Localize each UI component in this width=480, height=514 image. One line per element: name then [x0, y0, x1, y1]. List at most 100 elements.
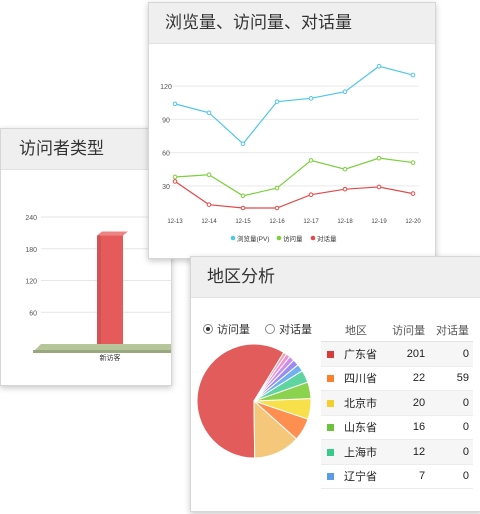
region-name: 四川省 [344, 373, 377, 386]
col-region: 地区 [321, 319, 386, 342]
x-tick-label: 12-17 [303, 219, 319, 225]
data-point [376, 63, 382, 69]
floor-slab [35, 344, 171, 350]
region-table-row[interactable]: 广东省 201 0 [321, 341, 473, 367]
legend-marker [276, 235, 282, 241]
region-table-row[interactable]: 上海市 12 0 [321, 439, 473, 465]
region-name-cell: 辽宁省 [321, 464, 386, 489]
region-dialogs-cell: 0 [429, 341, 473, 367]
data-point [274, 99, 280, 104]
visitor-type-card: 访问者类型 24018012060新访客回访客 [0, 128, 172, 386]
y-tick-label: 180 [25, 247, 37, 254]
radio-dialogs-label: 对话量 [279, 324, 313, 336]
region-table-row[interactable]: 四川省 22 59 [321, 366, 473, 391]
data-point [342, 166, 348, 172]
data-point [172, 101, 178, 107]
data-point [206, 110, 212, 116]
region-visits-cell: 16 [385, 415, 430, 440]
y-tick-label: 120 [25, 279, 37, 286]
y-tick-label: 120 [160, 84, 172, 91]
legend-label: 对话量 [317, 234, 337, 243]
region-color-swatch [327, 473, 334, 481]
x-tick-label: 12-15 [235, 219, 251, 225]
data-point [240, 205, 246, 211]
region-name: 广东省 [344, 348, 377, 361]
legend-marker [310, 235, 316, 241]
region-dialogs-cell: 0 [429, 464, 473, 489]
radio-visits-dot[interactable] [203, 324, 213, 334]
region-color-swatch [327, 424, 334, 432]
visitor-type-chart: 24018012060新访客回访客 [25, 215, 171, 362]
region-table-header: 地区 访问量 对话量 [321, 319, 473, 342]
data-point [376, 155, 382, 161]
legend-label: 访问量 [283, 234, 303, 243]
region-name-cell: 四川省 [321, 366, 386, 391]
region-table-row[interactable]: 北京市 20 0 [321, 390, 473, 416]
data-point [172, 179, 178, 184]
traffic-title: 浏览量、访问量、对话量 [149, 3, 435, 44]
bar-shade [97, 235, 101, 344]
region-name: 北京市 [344, 397, 377, 410]
data-point [308, 192, 314, 198]
visitor-type-title: 访问者类型 [1, 129, 171, 170]
legend-label: 浏览量(PV) [237, 234, 270, 243]
data-point [206, 202, 212, 207]
region-name: 辽宁省 [344, 471, 377, 484]
data-point [206, 172, 212, 178]
region-name: 山东省 [344, 422, 377, 435]
data-point [172, 174, 178, 180]
region-table-row[interactable]: 辽宁省 7 0 [321, 464, 473, 489]
data-point [376, 184, 382, 190]
region-name-cell: 广东省 [321, 341, 386, 367]
region-color-swatch [327, 399, 334, 407]
bar-top [97, 231, 128, 236]
y-tick-label: 90 [162, 117, 170, 124]
series-line [174, 157, 414, 197]
col-visits: 访问量 [385, 319, 430, 342]
x-tick-label: 12-14 [201, 219, 217, 225]
region-table: 地区 访问量 对话量 广东省 201 0 四川省 22 59 北京市 20 0 山东省 16 0 上海市… [321, 319, 473, 489]
data-point [308, 158, 314, 163]
data-point [274, 205, 280, 211]
radio-visits[interactable]: 访问量 [203, 321, 250, 337]
region-dialogs-cell: 0 [429, 439, 473, 465]
x-tick-label: 新访客 [100, 353, 121, 362]
y-tick-label: 240 [25, 215, 37, 222]
col-dialogs: 对话量 [429, 319, 473, 342]
data-point [342, 186, 348, 192]
region-visits-cell: 201 [385, 341, 430, 367]
radio-dialogs[interactable]: 对话量 [265, 321, 312, 337]
region-color-swatch [327, 448, 334, 456]
region-table-row[interactable]: 山东省 16 0 [321, 415, 473, 440]
x-tick-label: 12-20 [405, 219, 421, 225]
x-tick-label: 12-13 [167, 219, 183, 225]
y-tick-label: 60 [162, 151, 170, 158]
y-tick-label: 60 [29, 310, 37, 317]
region-visits-cell: 12 [385, 439, 430, 465]
region-dialogs-cell: 0 [429, 415, 473, 440]
region-dialogs-cell: 0 [429, 390, 473, 416]
region-name-cell: 上海市 [321, 439, 386, 465]
metric-radio-group: 访问量 对话量 [203, 321, 324, 337]
data-point [410, 72, 416, 78]
x-tick-label: 12-19 [371, 219, 387, 225]
x-tick-label: 12-16 [269, 219, 285, 225]
data-point [342, 89, 348, 94]
traffic-card: 浏览量、访问量、对话量 120 90 60 30 12-13 12-14 12-15 12-1… [148, 2, 436, 259]
data-point [240, 141, 246, 147]
region-card: 地区分析 访问量 对话量 地区 访问量 对话量 广东省 201 0 四川省 22 59 北京… [190, 256, 480, 512]
traffic-line-chart: 120 90 60 30 12-13 12-14 12-15 12-16 12-17 12-18 1… [160, 63, 421, 243]
data-point [274, 185, 280, 191]
data-point [410, 160, 416, 165]
region-color-swatch [327, 375, 334, 383]
region-dialogs-cell: 59 [429, 366, 473, 391]
series-line [174, 65, 414, 145]
radio-dialogs-dot[interactable] [265, 324, 276, 334]
region-color-swatch [327, 350, 334, 358]
legend-marker [230, 235, 236, 241]
region-title: 地区分析 [191, 257, 480, 298]
floor-edge [33, 350, 171, 353]
region-visits-cell: 7 [385, 464, 430, 489]
data-point [308, 96, 314, 101]
region-name-cell: 北京市 [321, 390, 386, 416]
